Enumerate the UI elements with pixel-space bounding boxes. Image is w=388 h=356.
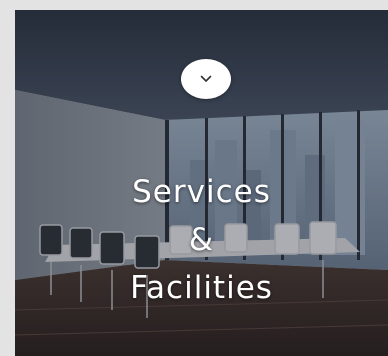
- card-title-line-1: Services: [132, 174, 271, 210]
- card-title: Services & Facilities: [15, 168, 388, 312]
- chevron-down-icon: [200, 75, 212, 82]
- card-title-line-2: &: [188, 222, 215, 258]
- expand-toggle-button[interactable]: [181, 59, 231, 99]
- services-facilities-card[interactable]: Services & Facilities: [15, 10, 388, 356]
- card-title-line-3: Facilities: [130, 270, 273, 306]
